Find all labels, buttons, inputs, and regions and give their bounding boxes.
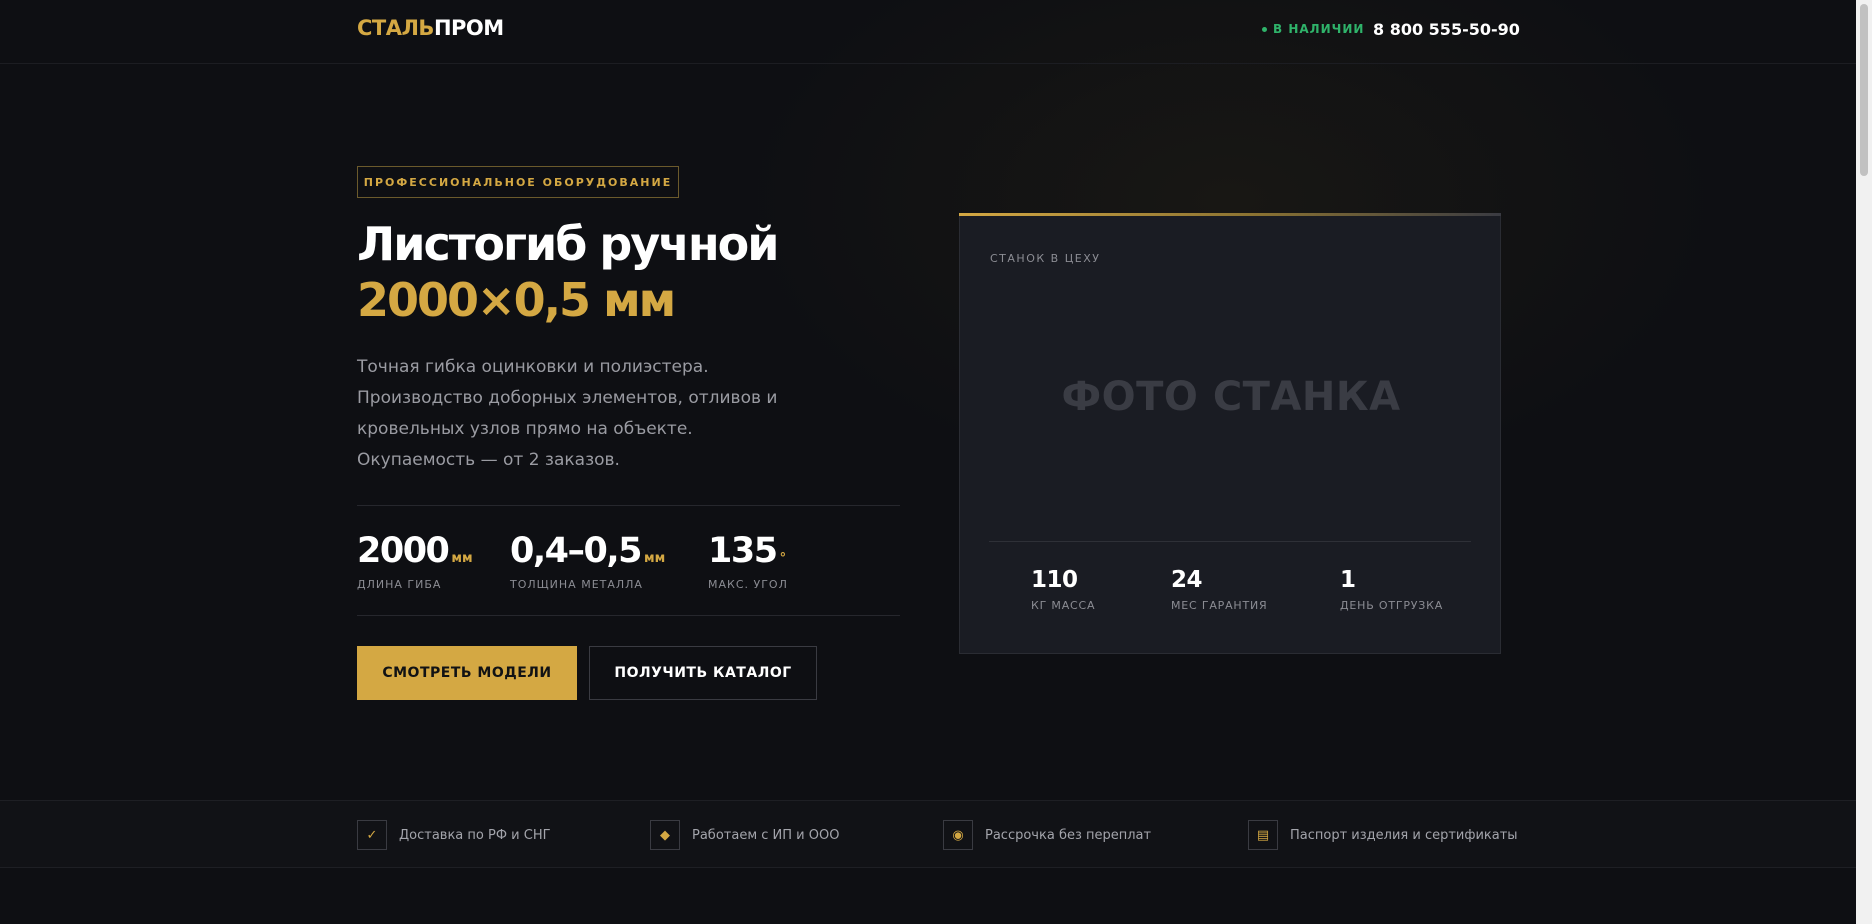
photo-placeholder: ФОТО СТАНКА [1061,374,1401,420]
get-catalog-button[interactable]: ПОЛУЧИТЬ КАТАЛОГ [589,646,817,700]
title-line-2: 2000×0,5 мм [357,273,676,327]
spec-value: 2000 [357,531,450,571]
spec-label: МАКС. УГОЛ [708,578,788,591]
logo-part-2: ПРОМ [433,16,504,40]
spec-label: ТОЛЩИНА МЕТАЛЛА [510,578,643,591]
feature-delivery: ✓ Доставка по РФ и СНГ [357,820,551,850]
logo-part-1: СТАЛЬ [357,16,434,40]
stock-status-label: В НАЛИЧИИ [1273,22,1365,36]
page-title: Листогиб ручной 2000×0,5 мм [357,216,877,328]
logo[interactable]: СТАЛЬПРОМ [357,16,504,40]
view-models-button[interactable]: СМОТРЕТЬ МОДЕЛИ [357,646,577,700]
scrollbar[interactable] [1856,0,1872,924]
spec-bend-length: 2000 мм ДЛИНА ГИБА [357,530,473,591]
card-stat-value: 1 [1340,567,1356,593]
document-icon: ▤ [1248,820,1278,850]
diamond-icon: ◆ [650,820,680,850]
spec-value: 0,4–0,5 [510,531,643,571]
card-stat-label: МЕС ГАРАНТИЯ [1171,599,1268,612]
stock-status: В НАЛИЧИИ [1262,22,1364,36]
machine-photo-card: СТАНОК В ЦЕХУ ФОТО СТАНКА 110 КГ МАССА 2… [959,213,1501,654]
spec-label: ДЛИНА ГИБА [357,578,442,591]
card-caption: СТАНОК В ЦЕХУ [990,252,1101,265]
coin-icon: ◉ [943,820,973,850]
card-stat-weight: 110 КГ МАССА [1031,567,1095,612]
spec-unit: мм [644,551,666,566]
feature-text: Паспорт изделия и сертификаты [1290,827,1518,843]
spec-value: 135 [708,531,778,571]
card-stat-label: КГ МАССА [1031,599,1096,612]
card-accent-line [959,213,1501,216]
title-line-1: Листогиб ручной [357,217,779,271]
phone-link[interactable]: 8 800 555-50-90 [1373,20,1520,39]
spec-unit: мм [451,551,473,566]
landing-page: СТАЛЬПРОМ В НАЛИЧИИ 8 800 555-50-90 ПРОФ… [0,0,1872,924]
divider [357,505,900,506]
check-icon: ✓ [357,820,387,850]
feature-certificates: ▤ Паспорт изделия и сертификаты [1248,820,1518,850]
scrollbar-thumb[interactable] [1860,4,1868,176]
site-header: СТАЛЬПРОМ В НАЛИЧИИ 8 800 555-50-90 [0,0,1856,64]
category-badge: ПРОФЕССИОНАЛЬНОЕ ОБОРУДОВАНИЕ [357,166,679,198]
card-stat-shipping: 1 ДЕНЬ ОТГРУЗКА [1340,567,1443,612]
spec-metal-thickness: 0,4–0,5 мм ТОЛЩИНА МЕТАЛЛА [510,530,665,591]
card-stat-value: 24 [1171,567,1203,593]
spec-max-angle: 135 ° МАКС. УГОЛ [708,530,788,591]
feature-text: Рассрочка без переплат [985,827,1152,843]
features-bar: ✓ Доставка по РФ и СНГ ◆ Работаем с ИП и… [0,800,1856,868]
card-divider [989,541,1471,542]
divider [357,615,900,616]
feature-text: Работаем с ИП и ООО [692,827,840,843]
hero-description: Точная гибка оцинковки и полиэстера. Про… [357,357,778,470]
feature-text: Доставка по РФ и СНГ [399,827,551,843]
feature-installment: ◉ Рассрочка без переплат [943,820,1151,850]
card-stat-label: ДЕНЬ ОТГРУЗКА [1340,599,1444,612]
card-stat-warranty: 24 МЕС ГАРАНТИЯ [1171,567,1267,612]
feature-business: ◆ Работаем с ИП и ООО [650,820,839,850]
card-stat-value: 110 [1031,567,1078,593]
status-dot-icon [1262,26,1267,32]
spec-unit: ° [779,551,787,566]
